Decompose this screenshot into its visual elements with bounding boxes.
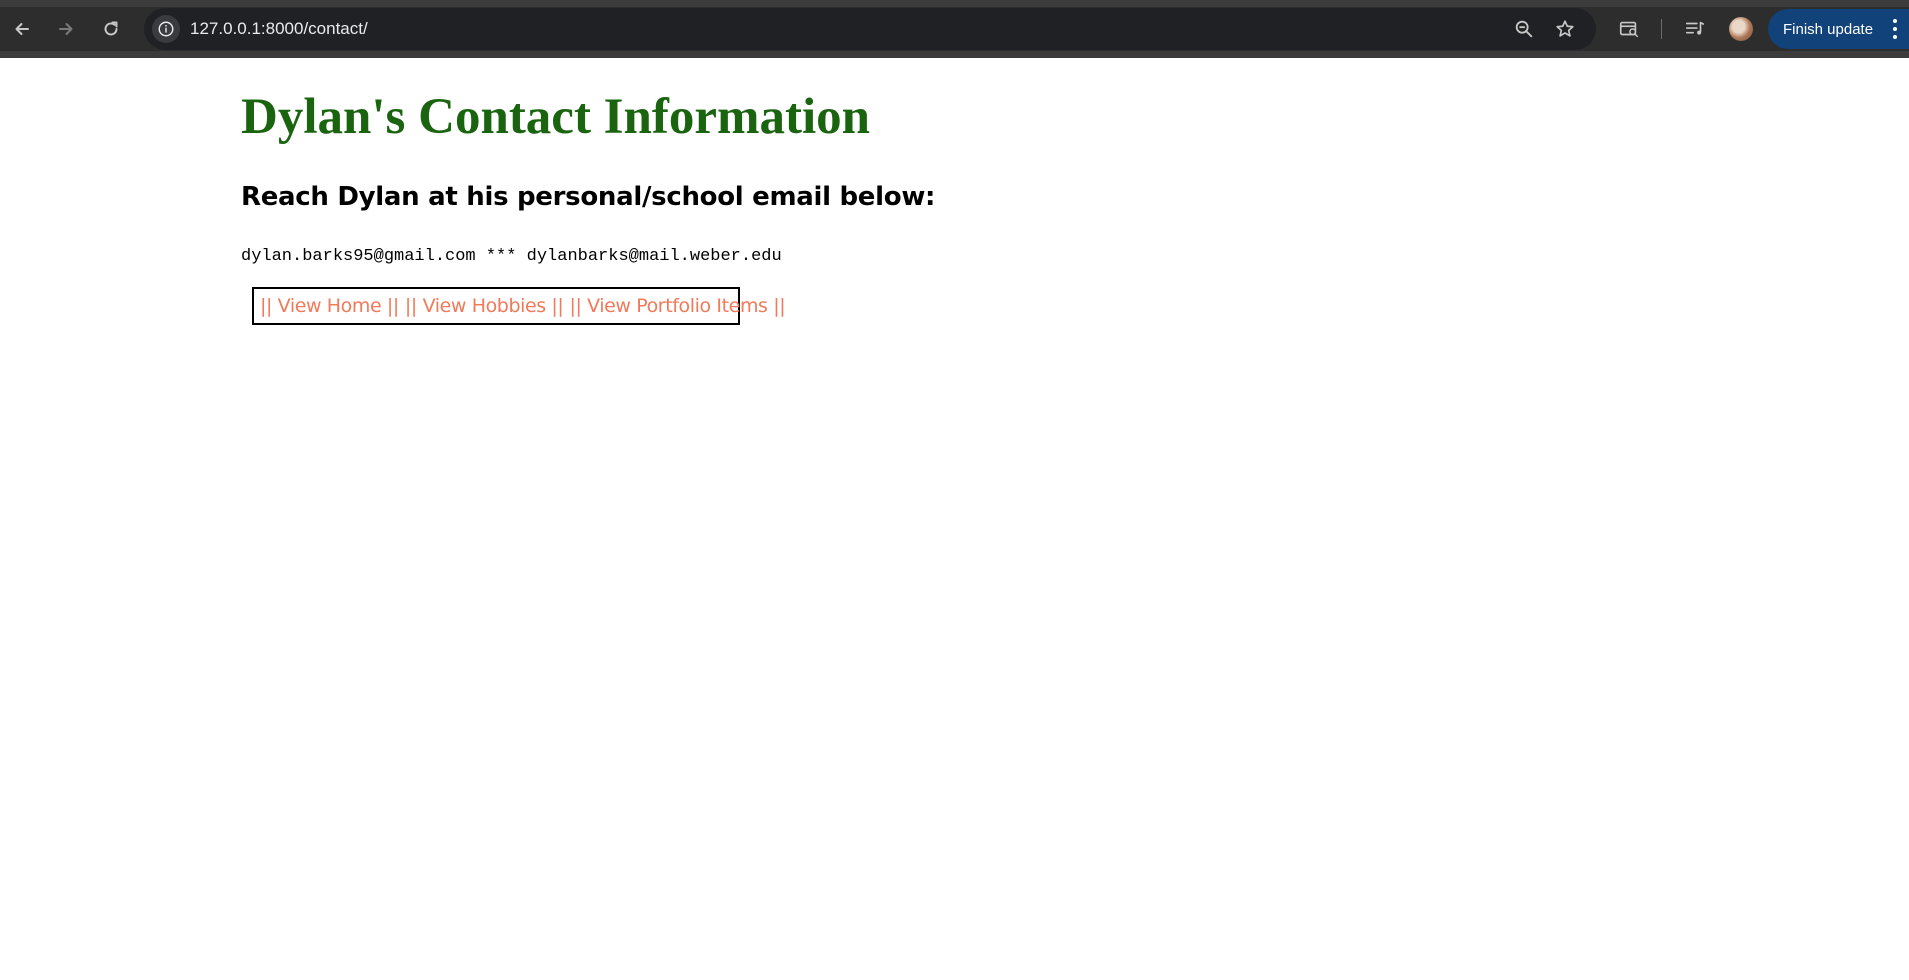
forward-button[interactable] [52,15,80,43]
site-info-button[interactable] [152,15,180,43]
finish-update-button[interactable]: Finish update [1768,9,1909,49]
view-home-link[interactable]: || View Home || [260,295,399,317]
nav-links-box: || View Home || || View Hobbies || || Vi… [252,287,786,325]
address-bar[interactable]: 127.0.0.1:8000/contact/ [144,8,1596,50]
finish-update-label: Finish update [1783,20,1874,38]
profile-avatar[interactable] [1729,17,1753,41]
tab-search-icon [1619,21,1638,38]
tab-search-button[interactable] [1617,17,1641,41]
reading-list-button[interactable] [1683,17,1707,41]
bookmark-star-icon [1556,20,1574,37]
reload-icon [104,21,118,36]
forward-arrow-icon [59,23,73,35]
browser-toolbar: 127.0.0.1:8000/contact/ Finish update [0,0,1909,58]
view-hobbies-link[interactable]: || View Hobbies || [405,295,564,317]
back-arrow-icon [15,23,29,35]
url-text[interactable]: 127.0.0.1:8000/contact/ [190,19,368,39]
email-addresses: dylan.barks95@gmail.com *** dylanbarks@m… [241,247,782,266]
toolbar-row: 127.0.0.1:8000/contact/ Finish update [0,7,1909,51]
more-options-icon[interactable] [1889,19,1901,39]
reading-list-icon [1685,21,1705,35]
reload-button[interactable] [97,15,125,43]
page-content: Dylan's Contact Information Reach Dylan … [0,58,1909,980]
back-button[interactable] [8,15,36,43]
page-title: Dylan's Contact Information [241,89,871,145]
site-info-icon [158,21,174,37]
zoom-button[interactable] [1512,17,1536,41]
bookmark-button[interactable] [1553,17,1577,41]
zoom-out-icon [1515,20,1533,38]
toolbar-divider [1661,19,1662,39]
view-portfolio-link[interactable]: || View Portfolio Items || [569,295,785,317]
page-subtitle: Reach Dylan at his personal/school email… [241,182,936,212]
